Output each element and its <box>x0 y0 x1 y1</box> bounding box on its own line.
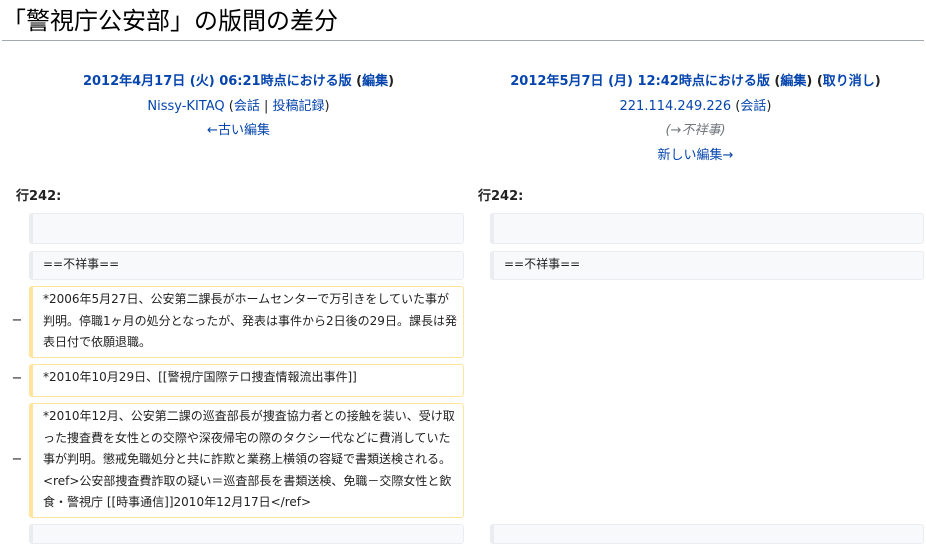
old-contribs-link[interactable]: 投稿記録 <box>273 99 325 114</box>
edit-summary-close: ) <box>720 123 726 138</box>
new-revision-link[interactable]: 2012年5月7日 (月) 12:42時点における版 <box>510 74 770 89</box>
new-edit-link[interactable]: 編集 <box>780 74 806 89</box>
old-user-paren-close: ) <box>324 98 330 114</box>
deletion-marker: − <box>11 313 23 328</box>
new-user-paren-open: ( <box>731 98 741 114</box>
new-user-paren-close: ) <box>766 98 772 114</box>
deleted-line: *2010年12月、公安第二課の巡査部長が捜査協力者との接触を装い、受け取った捜… <box>29 403 464 518</box>
old-edit-link[interactable]: 編集 <box>362 74 388 89</box>
context-line-right-next <box>490 524 924 544</box>
context-line-right-heading: ==不祥事== <box>490 251 924 280</box>
context-line-left-heading: ==不祥事== <box>29 251 464 280</box>
page-title: 「警視庁公安部」の版間の差分 <box>2 6 924 41</box>
undo-close: ) <box>874 74 881 89</box>
deleted-line: *2010年10月29日、[[警視庁国際テロ捜査情報流出事件]] <box>29 364 464 397</box>
right-line-number: 行242: <box>478 189 524 204</box>
older-edit-link[interactable]: ←古い編集 <box>207 123 270 138</box>
old-user-paren-open: ( <box>224 98 234 114</box>
edit-summary: (→不祥事) <box>478 119 913 144</box>
old-edit-close: ) <box>388 74 395 89</box>
context-line-left-next <box>29 524 464 544</box>
old-user-link[interactable]: Nissy-KITAQ <box>147 99 224 114</box>
old-user-sep: | <box>259 98 273 114</box>
new-nav-row: 新しい編集→ <box>478 144 913 169</box>
context-line-right-blank <box>490 213 924 244</box>
edit-summary-section-link[interactable]: →不祥事 <box>671 123 721 138</box>
old-revision-user-row: Nissy-KITAQ (会話 | 投稿記録) <box>20 95 457 120</box>
context-line-left-blank <box>29 213 464 244</box>
old-talk-link[interactable]: 会話 <box>234 99 260 114</box>
old-revision-timestamp-row: 2012年4月17日 (火) 06:21時点における版 (編集) <box>20 70 457 95</box>
old-revision-link[interactable]: 2012年4月17日 (火) 06:21時点における版 <box>83 74 352 89</box>
new-revision-user-row: 221.114.249.226 (会話) <box>478 95 913 120</box>
newer-edit-link[interactable]: 新しい編集→ <box>658 148 734 163</box>
old-revision-header: 2012年4月17日 (火) 06:21時点における版 (編集) Nissy-K… <box>20 70 457 144</box>
new-talk-link[interactable]: 会話 <box>740 99 766 114</box>
new-edit-open: ( <box>769 74 781 89</box>
new-edit-close: ) <box>806 74 817 89</box>
old-nav-row: ←古い編集 <box>20 119 457 144</box>
left-line-number: 行242: <box>16 189 62 204</box>
deletion-marker: − <box>11 371 23 386</box>
ip-user-link[interactable]: 221.114.249.226 <box>620 99 732 114</box>
deleted-line: *2006年5月27日、公安第二課長がホームセンターで万引きをしていた事が判明。… <box>29 286 464 358</box>
new-revision-header: 2012年5月7日 (月) 12:42時点における版 (編集) (取り消し) 2… <box>478 70 913 168</box>
deletion-marker: − <box>11 452 23 467</box>
undo-link[interactable]: 取り消し <box>823 74 875 89</box>
old-edit-open: ( <box>351 74 363 89</box>
new-revision-timestamp-row: 2012年5月7日 (月) 12:42時点における版 (編集) (取り消し) <box>478 70 913 95</box>
